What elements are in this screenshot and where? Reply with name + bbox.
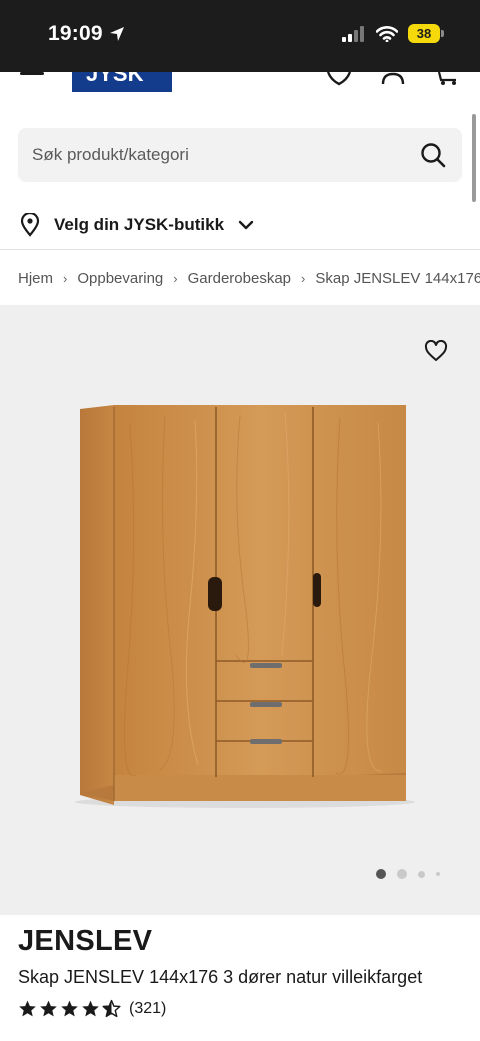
menu-icon[interactable] [20,72,46,78]
product-name: Skap JENSLEV 144x176 3 dører natur ville… [18,967,423,987]
carousel-dot[interactable] [397,869,407,879]
star-filled-icon [40,1000,57,1017]
divider [0,249,480,250]
status-icons: 38 [342,24,444,43]
breadcrumb-separator-icon: › [63,270,68,286]
carousel-dot[interactable] [418,870,425,878]
rating-stars [18,999,121,1018]
breadcrumb-separator-icon: › [301,270,306,286]
star-half-icon [102,999,121,1018]
status-time: 19:09 [48,22,125,46]
breadcrumb-item-wardrobes[interactable]: Garderobeskap [188,270,291,287]
product-image-gallery[interactable] [0,305,480,915]
user-account-icon[interactable] [380,72,406,86]
battery-level: 38 [408,24,440,43]
cellular-signal-icon [342,25,364,42]
star-filled-icon [61,1000,78,1017]
carousel-dot[interactable] [436,872,440,876]
wishlist-icon[interactable] [326,72,352,86]
store-selector[interactable]: Velg din JYSK-butikk [20,210,254,240]
breadcrumb-item-storage[interactable]: Oppbevaring [77,270,163,287]
scrollbar [472,114,476,202]
wardrobe-product-image [75,405,415,808]
jysk-logo[interactable]: JYSK [72,72,172,92]
search-icon[interactable] [420,142,446,168]
carousel-pagination[interactable] [376,869,440,879]
store-selector-label: Velg din JYSK-butikk [54,215,225,234]
site-header: JYSK [0,72,480,100]
status-time-text: 19:09 [48,22,103,45]
star-filled-icon [82,1000,99,1017]
star-filled-icon [19,1000,36,1017]
breadcrumb-item-current: Skap JENSLEV 144x176 [315,269,480,287]
wifi-icon [376,25,398,42]
shopping-cart-icon[interactable] [436,72,462,86]
battery-icon: 38 [408,24,444,43]
add-to-wishlist-heart-icon[interactable] [424,340,448,362]
product-rating[interactable]: (321) [18,999,166,1018]
location-pin-icon [20,213,40,237]
breadcrumb: Hjem › Oppbevaring › Garderobeskap › Ska… [18,266,480,290]
search-bar[interactable] [18,128,462,182]
logo-text: JYSK [86,72,144,86]
chevron-down-icon [238,220,254,230]
location-arrow-icon [109,27,124,41]
product-brand: JENSLEV [18,925,153,957]
breadcrumb-separator-icon: › [173,270,178,286]
carousel-dot-active[interactable] [376,869,386,879]
review-count[interactable]: (321) [129,1000,166,1018]
status-bar: 19:09 38 [0,0,480,72]
breadcrumb-item-home[interactable]: Hjem [18,270,53,287]
search-input[interactable] [32,145,420,165]
